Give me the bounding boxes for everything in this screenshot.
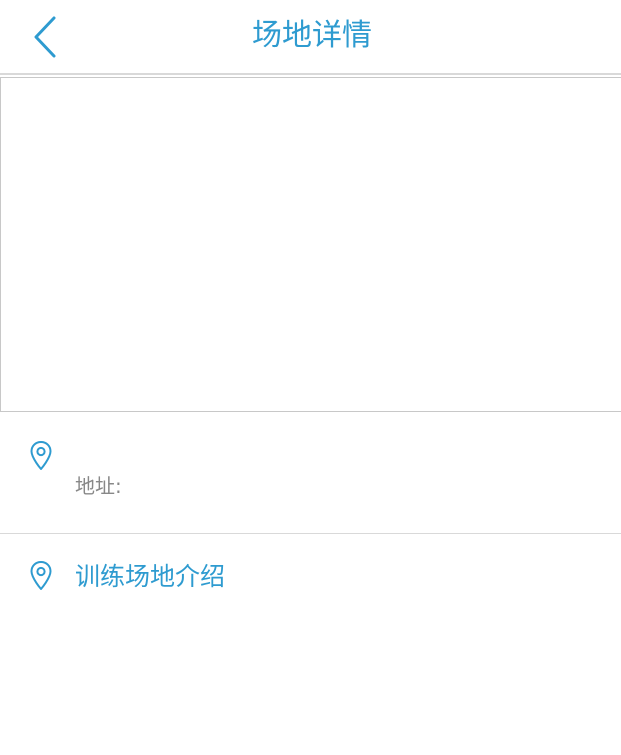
header-bar: 场地详情 [0,0,621,75]
address-section: 地址: [0,412,621,534]
venue-image-placeholder [0,77,621,412]
venue-intro-section: 训练场地介绍 [0,534,621,624]
location-pin-icon [29,440,53,472]
location-pin-icon [29,560,53,592]
address-label: 地址: [75,474,122,498]
venue-detail-screen: 场地详情 地址: 训练场地介绍 [0,0,621,755]
venue-intro-title: 训练场地介绍 [75,562,226,591]
page-title: 场地详情 [252,18,372,53]
